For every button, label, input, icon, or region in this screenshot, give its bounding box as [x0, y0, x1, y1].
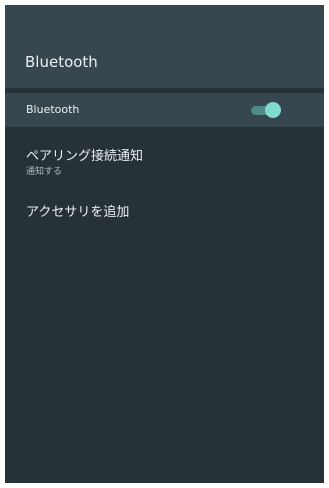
pairing-notification-title: ペアリング接続通知	[26, 149, 144, 164]
list-item-pairing-notification[interactable]: ペアリング接続通知 通知する	[26, 149, 143, 178]
panel-header: Bluetooth	[5, 5, 324, 88]
pairing-notification-subtitle: 通知する	[26, 167, 63, 177]
settings-list: Bluetooth	[5, 93, 324, 127]
switch-thumb	[265, 102, 281, 118]
settings-panel: Bluetooth Bluetooth ペアリング接続通知 通知する アクセサリ…	[5, 5, 324, 483]
page-title: Bluetooth	[25, 53, 98, 71]
add-accessory-title: アクセサリを追加	[26, 205, 130, 220]
bluetooth-toggle-row[interactable]: Bluetooth	[5, 93, 324, 127]
bluetooth-switch[interactable]	[251, 102, 281, 118]
bluetooth-row-label: Bluetooth	[26, 103, 80, 116]
list-item-add-accessory[interactable]: アクセサリを追加	[26, 205, 129, 221]
